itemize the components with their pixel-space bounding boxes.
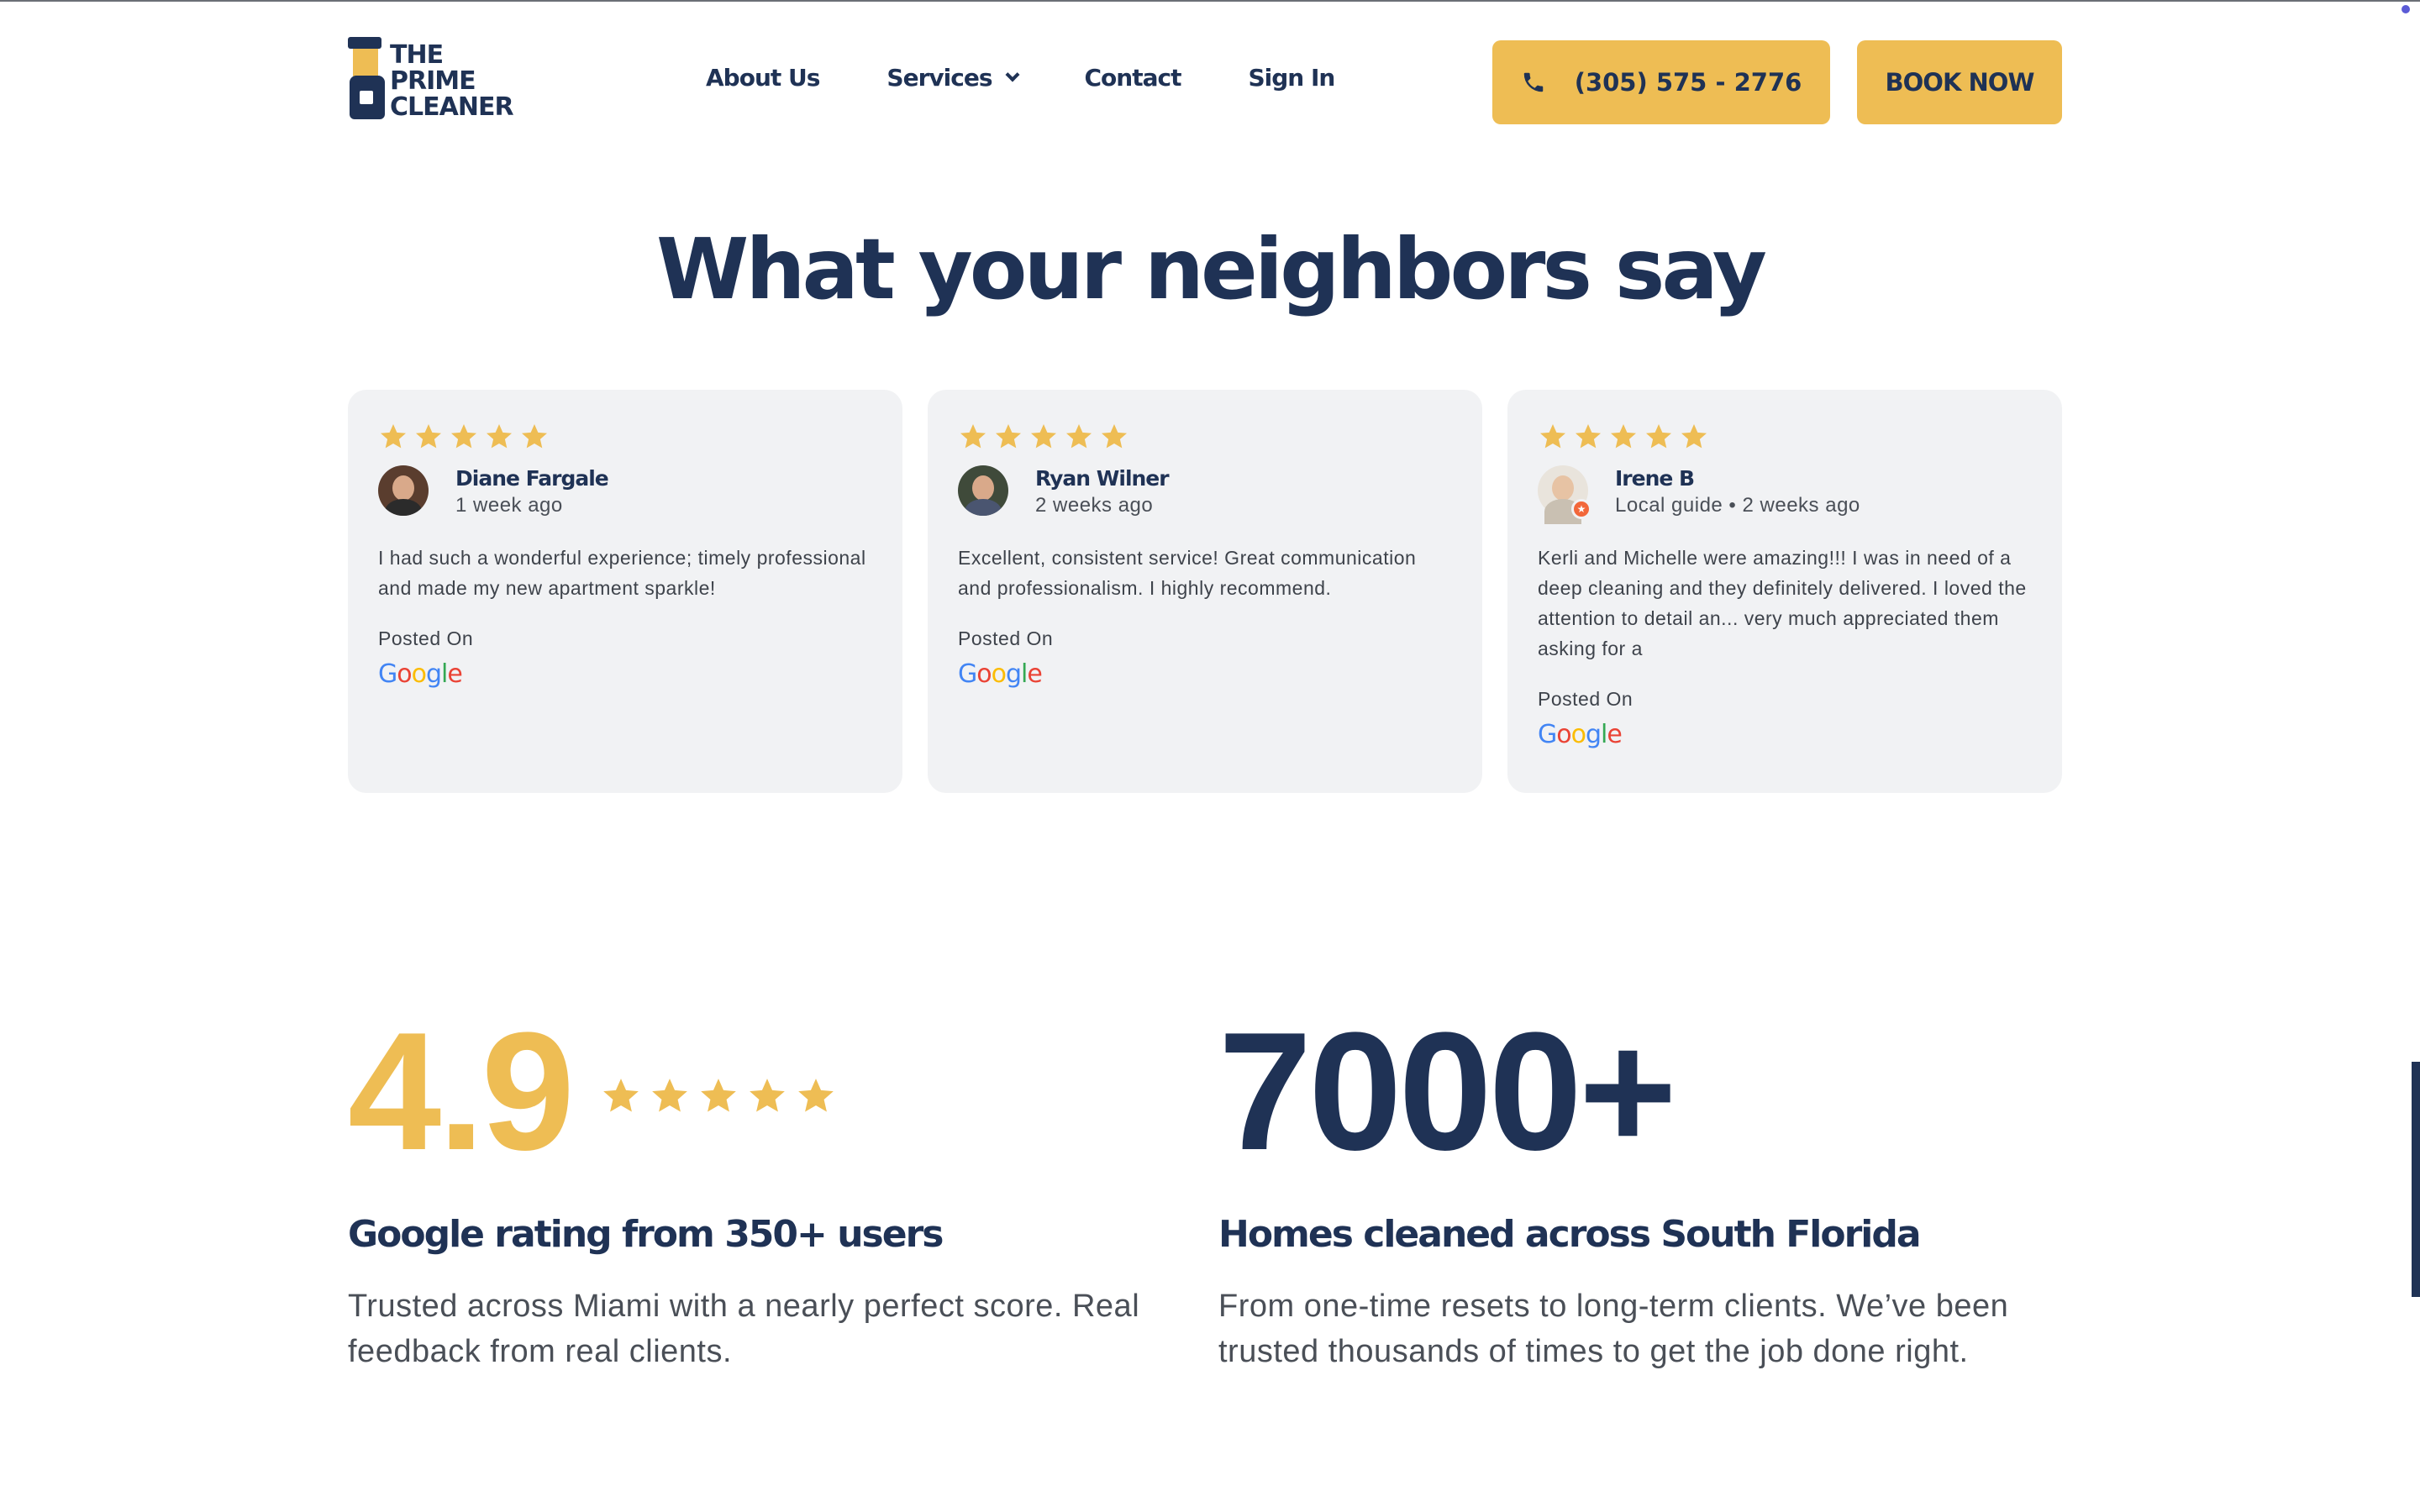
side-tab[interactable] bbox=[2412, 1062, 2420, 1297]
chevron-down-icon bbox=[1005, 67, 1019, 81]
rating-description: Trusted across Miami with a nearly perfe… bbox=[348, 1289, 1140, 1369]
posted-on-label: Posted On bbox=[1538, 688, 1634, 710]
nav-about-us[interactable]: About Us bbox=[706, 64, 820, 92]
rating-value: 4.9 bbox=[348, 998, 575, 1185]
star-icon bbox=[746, 1075, 788, 1117]
nav-services[interactable]: Services bbox=[886, 64, 1019, 92]
rating-stat: 4.9 Google rating from 350+ users Truste… bbox=[348, 1008, 1171, 1374]
window-top-border bbox=[0, 0, 2420, 2]
spray-bottle-house-icon bbox=[348, 37, 387, 121]
star-icon bbox=[1064, 422, 1094, 452]
star-icon bbox=[958, 422, 988, 452]
reviewer-name: Ryan Wilner bbox=[1035, 466, 1170, 491]
star-icon bbox=[600, 1075, 642, 1117]
star-icon bbox=[519, 422, 550, 452]
phone-icon bbox=[1521, 70, 1546, 95]
reviewer-name: Diane Fargale bbox=[455, 466, 609, 491]
star-rating bbox=[378, 422, 872, 452]
nav-contact[interactable]: Contact bbox=[1084, 64, 1182, 92]
avatar bbox=[378, 465, 429, 516]
star-icon bbox=[1644, 422, 1674, 452]
nav-label: Contact bbox=[1084, 64, 1182, 92]
review-date: 1 week ago bbox=[455, 494, 563, 517]
logo-line: CLEANER bbox=[390, 92, 514, 122]
star-icon bbox=[378, 422, 408, 452]
homes-value: 7000+ bbox=[1218, 998, 1677, 1185]
reviewer: Ryan Wilner 2 weeks ago bbox=[958, 465, 1452, 519]
review-text: Excellent, consistent service! Great com… bbox=[958, 547, 1417, 599]
reviewer-name: Irene B bbox=[1615, 466, 1695, 491]
main-nav: About Us Services Contact Sign In bbox=[706, 64, 1402, 92]
google-logo[interactable]: Google bbox=[378, 660, 872, 689]
avatar bbox=[958, 465, 1008, 516]
star-icon bbox=[1679, 422, 1709, 452]
star-icon bbox=[993, 422, 1023, 452]
review-date: Local guide • 2 weeks ago bbox=[1615, 494, 1860, 517]
book-now-label: BOOK NOW bbox=[1885, 68, 2035, 97]
nav-label: Sign In bbox=[1248, 64, 1335, 92]
book-now-button[interactable]: BOOK NOW bbox=[1857, 40, 2062, 124]
reviewer: Irene B Local guide • 2 weeks ago bbox=[1538, 465, 2032, 524]
star-rating bbox=[1538, 422, 2032, 452]
logo-wordmark: THE PRIME CLEANER bbox=[390, 37, 514, 122]
brand-logo[interactable]: THE PRIME CLEANER bbox=[348, 37, 516, 126]
review-cards: Diane Fargale 1 week ago I had such a wo… bbox=[348, 390, 2062, 793]
nav-sign-in[interactable]: Sign In bbox=[1248, 64, 1335, 92]
star-icon bbox=[413, 422, 444, 452]
star-icon bbox=[449, 422, 479, 452]
logo-line: THE bbox=[390, 40, 444, 70]
google-logo[interactable]: Google bbox=[958, 660, 1452, 689]
homes-title: Homes cleaned across South Florida bbox=[1218, 1213, 1922, 1256]
nav-label: Services bbox=[886, 64, 992, 92]
phone-number: (305) 575 - 2776 bbox=[1574, 68, 1802, 97]
star-icon bbox=[1028, 422, 1059, 452]
rating-stars bbox=[600, 1075, 837, 1117]
avatar bbox=[1538, 465, 1591, 524]
star-icon bbox=[484, 422, 514, 452]
review-text: I had such a wonderful experience; timel… bbox=[378, 547, 866, 599]
star-icon bbox=[697, 1075, 739, 1117]
posted-on-label: Posted On bbox=[958, 627, 1054, 649]
local-guide-badge-icon bbox=[1571, 499, 1591, 519]
reviewer: Diane Fargale 1 week ago bbox=[378, 465, 872, 519]
google-logo[interactable]: Google bbox=[1538, 721, 2032, 749]
logo-line: PRIME bbox=[390, 66, 476, 96]
star-icon bbox=[1099, 422, 1129, 452]
review-card: Diane Fargale 1 week ago I had such a wo… bbox=[348, 390, 902, 793]
star-icon bbox=[795, 1075, 837, 1117]
star-icon bbox=[1573, 422, 1603, 452]
review-card: Ryan Wilner 2 weeks ago Excellent, consi… bbox=[928, 390, 1482, 793]
posted-on-label: Posted On bbox=[378, 627, 474, 649]
reviews-heading: What your neighbors say bbox=[656, 220, 1767, 318]
star-icon bbox=[1538, 422, 1568, 452]
homes-stat: 7000+ Homes cleaned across South Florida… bbox=[1218, 1008, 2059, 1374]
phone-button[interactable]: (305) 575 - 2776 bbox=[1492, 40, 1830, 124]
homes-description: From one-time resets to long-term client… bbox=[1218, 1289, 2009, 1369]
nav-label: About Us bbox=[706, 64, 820, 92]
star-icon bbox=[649, 1075, 691, 1117]
review-date: 2 weeks ago bbox=[1035, 494, 1154, 517]
star-icon bbox=[1608, 422, 1639, 452]
review-card: Irene B Local guide • 2 weeks ago Kerli … bbox=[1507, 390, 2062, 793]
status-dot bbox=[2402, 5, 2410, 13]
rating-title: Google rating from 350+ users bbox=[348, 1213, 944, 1256]
star-rating bbox=[958, 422, 1452, 452]
review-text: Kerli and Michelle were amazing!!! I was… bbox=[1538, 547, 2027, 659]
